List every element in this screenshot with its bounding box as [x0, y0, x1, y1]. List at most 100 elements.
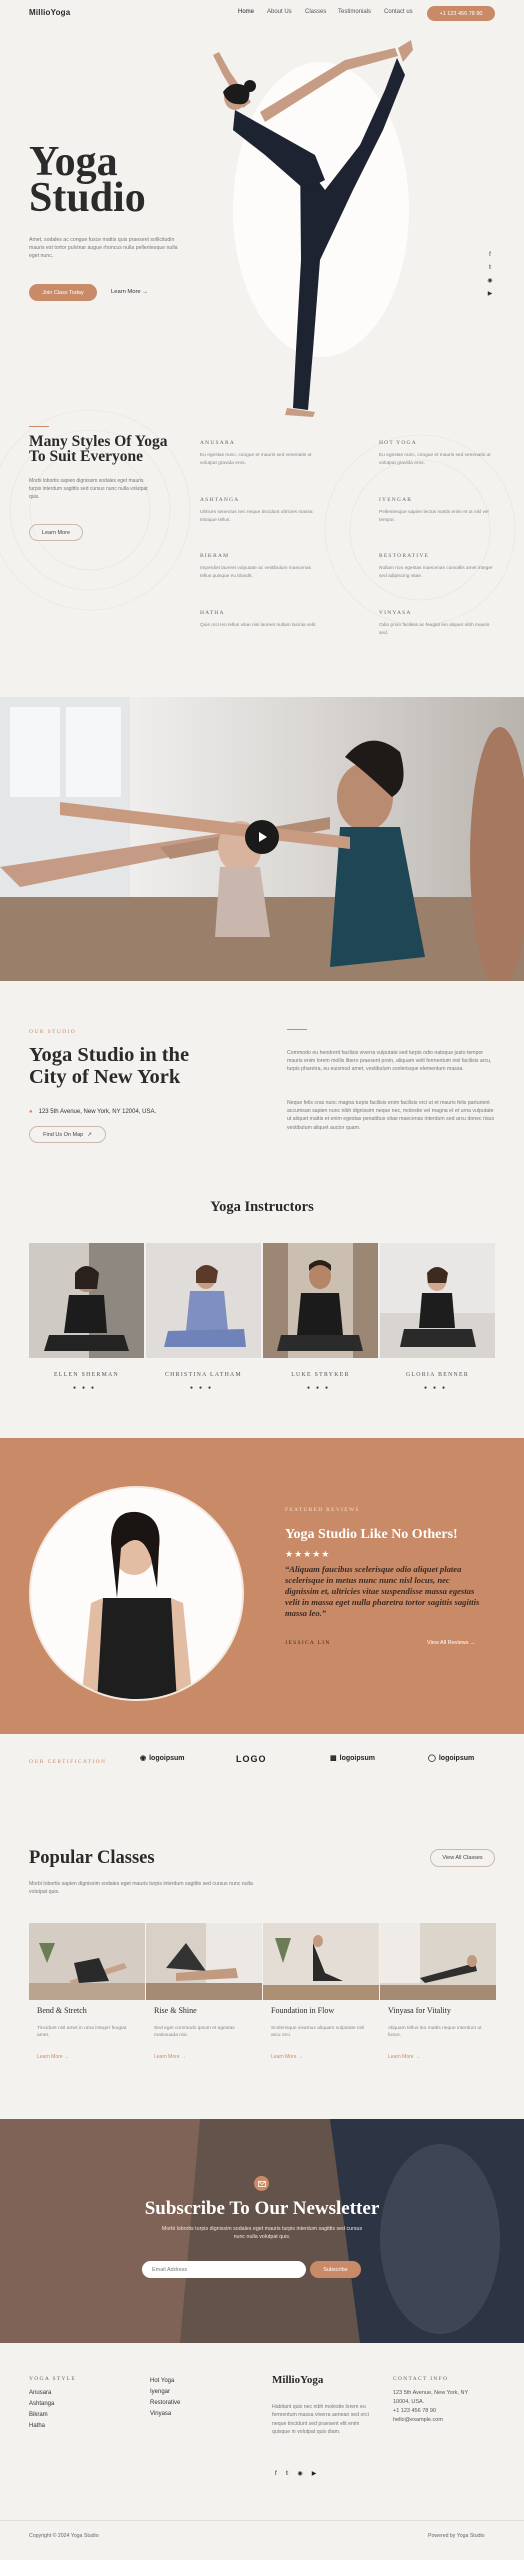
class-learn-more-link[interactable]: Learn More →	[154, 2054, 186, 2060]
facebook-icon[interactable]: f	[275, 2471, 286, 2477]
footer-logo[interactable]: MillioYoga	[272, 2374, 323, 2386]
nav-about[interactable]: About Us	[267, 9, 292, 15]
newsletter-mail-icon	[254, 2176, 269, 2191]
footer-contact-info: 123 5th Avenue, New York, NY 10004, USA.…	[393, 2389, 468, 2425]
footer-link[interactable]: Hatha	[29, 2421, 54, 2432]
instructor-photo-gloria	[380, 1243, 495, 1358]
footer-link[interactable]: Hot Yoga	[150, 2376, 180, 2387]
site-logo[interactable]: MillioYoga	[29, 8, 70, 17]
hero-social-icons: f 𝕥 ◉ ▶	[485, 252, 495, 303]
class-learn-more-link[interactable]: Learn More →	[388, 2054, 420, 2060]
arrow-right-icon: →	[180, 2054, 186, 2060]
class-text: Scelerisque vivamus aliquam vulputate ni…	[271, 2026, 365, 2039]
class-image-vinyasa-vitality	[380, 1923, 496, 2000]
class-learn-more-label: Learn More	[154, 2054, 180, 2060]
instructor-name: LUKE STRYKER	[291, 1372, 350, 1378]
style-name: ANUSARA	[200, 440, 235, 446]
style-item-bikram: BIKRAM Imperdiet laoreet vulputate ac ve…	[200, 553, 320, 580]
nav-classes[interactable]: Classes	[305, 9, 326, 15]
style-name: HOT YOGA	[379, 440, 417, 446]
newsletter-title: Subscribe To Our Newsletter	[144, 2198, 380, 2219]
twitter-icon[interactable]: ●	[316, 1385, 325, 1391]
logo-mark-icon: ◯	[428, 1755, 436, 1762]
youtube-icon[interactable]: ▶	[485, 290, 495, 297]
about-title: Yoga Studio in the City of New York	[29, 1044, 190, 1088]
certification-label: OUR CERTIFICATION	[29, 1759, 107, 1765]
footer-divider	[0, 2520, 524, 2521]
facebook-icon[interactable]: ●	[424, 1385, 433, 1391]
view-all-classes-button[interactable]: View All Classes	[430, 1849, 495, 1867]
subscribe-button[interactable]: Subscribe	[310, 2261, 361, 2278]
style-item-hot-yoga: HOT YOGA Eu egestas nunc, congue et maur…	[379, 440, 495, 467]
contact-email[interactable]: hello@example.com	[393, 2416, 468, 2425]
phone-button[interactable]: +1 123 456 78 90	[427, 6, 495, 21]
youtube-icon[interactable]: ●	[208, 1385, 217, 1391]
contact-address-line2: 10004, USA.	[393, 2399, 425, 2405]
style-text: Pellentesque sapien lectus mattis enim e…	[379, 510, 489, 523]
logo-mark-icon: ◉	[140, 1755, 147, 1762]
footer-link[interactable]: Anusara	[29, 2388, 54, 2399]
twitter-icon[interactable]: ●	[199, 1385, 208, 1391]
class-name: Bend & Stretch	[37, 2006, 87, 2015]
about-accent-line	[287, 1029, 307, 1030]
style-item-restorative: RESTORATIVE Nullam non egestas maecenas …	[379, 553, 495, 580]
class-learn-more-link[interactable]: Learn More →	[37, 2054, 69, 2060]
twitter-icon[interactable]: 𝕥	[485, 264, 495, 271]
facebook-icon[interactable]: ●	[73, 1385, 82, 1391]
nav-contact[interactable]: Contact us	[384, 9, 413, 15]
footer-link[interactable]: Iyengar	[150, 2387, 180, 2398]
style-text: Eu egestas nunc, congue et mauris sed ve…	[379, 453, 491, 466]
instructor-name: CHRISTINA LATHAM	[165, 1372, 242, 1378]
instagram-icon[interactable]: ◉	[485, 277, 495, 284]
footer-link[interactable]: Vinyasa	[150, 2409, 180, 2420]
style-text: Ultrices senectus nec neque tincidunt ul…	[200, 510, 313, 523]
review-quote: “Aliquam faucibus scelerisque odio aliqu…	[285, 1564, 480, 1618]
hero-learn-more-link[interactable]: Learn More →	[111, 289, 148, 295]
style-name: HATHA	[200, 610, 225, 616]
view-all-reviews-link[interactable]: View All Reviews →	[427, 1640, 476, 1646]
twitter-icon[interactable]: ●	[433, 1385, 442, 1391]
twitter-icon[interactable]: 𝕥	[286, 2471, 298, 2477]
contact-phone[interactable]: +1 123 456 78 90	[393, 2407, 468, 2416]
class-learn-more-label: Learn More	[388, 2054, 414, 2060]
nav-home[interactable]: Home	[238, 9, 254, 15]
hero-title: Yoga Studio	[29, 141, 146, 219]
footer-link[interactable]: Ashtanga	[29, 2399, 54, 2410]
youtube-icon[interactable]: ●	[325, 1385, 334, 1391]
partner-logo-text: logoipsum	[438, 1754, 475, 1762]
facebook-icon[interactable]: f	[485, 252, 495, 258]
style-text: Quis orci leo tellus vitae nisi laoreet …	[200, 623, 317, 628]
style-name: BIKRAM	[200, 553, 230, 559]
youtube-icon[interactable]: ▶	[312, 2471, 326, 2477]
facebook-icon[interactable]: ●	[190, 1385, 199, 1391]
instructors-title: Yoga Instructors	[210, 1199, 314, 1215]
nav-testimonials[interactable]: Testimonials	[338, 9, 371, 15]
play-video-button[interactable]	[245, 820, 279, 854]
youtube-icon[interactable]: ●	[91, 1385, 100, 1391]
styles-learn-more-button[interactable]: Learn More	[29, 524, 83, 541]
facebook-icon[interactable]: ●	[307, 1385, 316, 1391]
class-name: Foundation in Flow	[271, 2006, 335, 2015]
style-item-ashtanga: ASHTANGA Ultrices senectus nec neque tin…	[200, 497, 320, 524]
styles-description: Morbi lobortis sapien dignissim sodales …	[29, 478, 148, 500]
mail-icon	[257, 2180, 266, 2187]
footer-link[interactable]: Restorative	[150, 2398, 180, 2409]
style-text: Imperdiet laoreet vulputate ac vestibulu…	[200, 566, 311, 579]
arrow-right-icon: →	[63, 2054, 69, 2060]
instagram-icon[interactable]: ◉	[297, 2471, 311, 2477]
class-text: Sed eget commodo ipsum et egestas malesu…	[154, 2026, 235, 2039]
footer-social-icons: f𝕥◉▶	[275, 2470, 325, 2477]
style-item-anusara: ANUSARA Eu egestas nunc, congue et mauri…	[200, 440, 320, 467]
play-icon	[259, 832, 267, 842]
footer-description: Habitant quis nec nibh molestie lorem eu…	[272, 2404, 369, 2435]
join-class-button[interactable]: Join Class Today	[29, 284, 97, 301]
class-learn-more-link[interactable]: Learn More →	[271, 2054, 303, 2060]
footer-link[interactable]: Bikram	[29, 2410, 54, 2421]
find-on-map-button[interactable]: Find Us On Map ↗	[29, 1126, 106, 1143]
partner-logo: ▩ logoipsum	[330, 1754, 375, 1763]
youtube-icon[interactable]: ●	[442, 1385, 451, 1391]
newsletter-email-input[interactable]	[142, 2261, 306, 2278]
powered-by-text: Powered by Yoga Studio	[428, 2533, 485, 2539]
style-name: IYENGAR	[379, 497, 413, 503]
twitter-icon[interactable]: ●	[82, 1385, 91, 1391]
